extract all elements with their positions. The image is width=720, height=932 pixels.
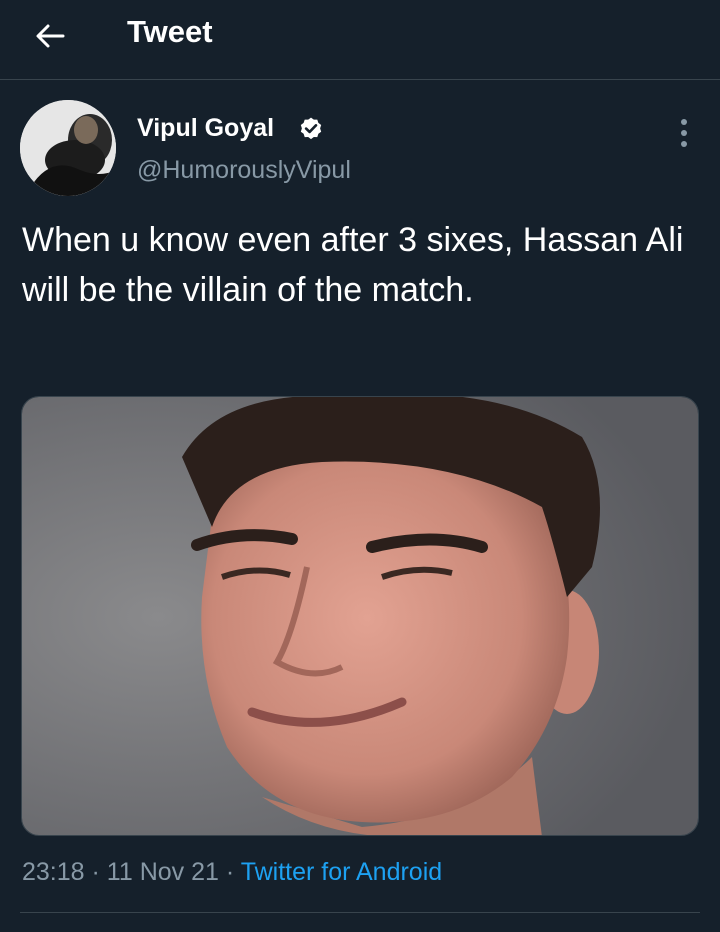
more-vertical-icon <box>681 119 687 147</box>
tweet-text: When u know even after 3 sixes, Hassan A… <box>22 221 684 309</box>
tweet-source-link[interactable]: Twitter for Android <box>241 858 442 886</box>
meta-separator: · <box>91 858 100 886</box>
tweet-time: 23:18 <box>22 858 85 886</box>
arrow-left-icon <box>36 24 65 48</box>
back-button[interactable] <box>30 16 70 56</box>
avatar[interactable] <box>20 100 116 196</box>
page-title: Tweet <box>127 14 213 49</box>
meta-separator: · <box>225 858 235 886</box>
divider <box>20 912 700 913</box>
tweet-date: 11 Nov 21 <box>106 858 219 886</box>
tweet-meta: 23:18 · 11 Nov 21 · Twitter for Android <box>22 858 442 887</box>
tweet-photo <box>22 397 698 835</box>
tweet-detail-screen: Tweet Vipul Goyal @HumorouslyVipul When … <box>0 0 720 932</box>
tweet-image[interactable] <box>21 396 699 836</box>
verified-badge-icon <box>300 117 322 140</box>
top-bar: Tweet <box>0 0 720 80</box>
avatar-photo <box>20 100 116 196</box>
author-handle[interactable]: @HumorouslyVipul <box>137 156 351 185</box>
author-name[interactable]: Vipul Goyal <box>137 114 274 143</box>
more-options-button[interactable] <box>670 116 698 150</box>
